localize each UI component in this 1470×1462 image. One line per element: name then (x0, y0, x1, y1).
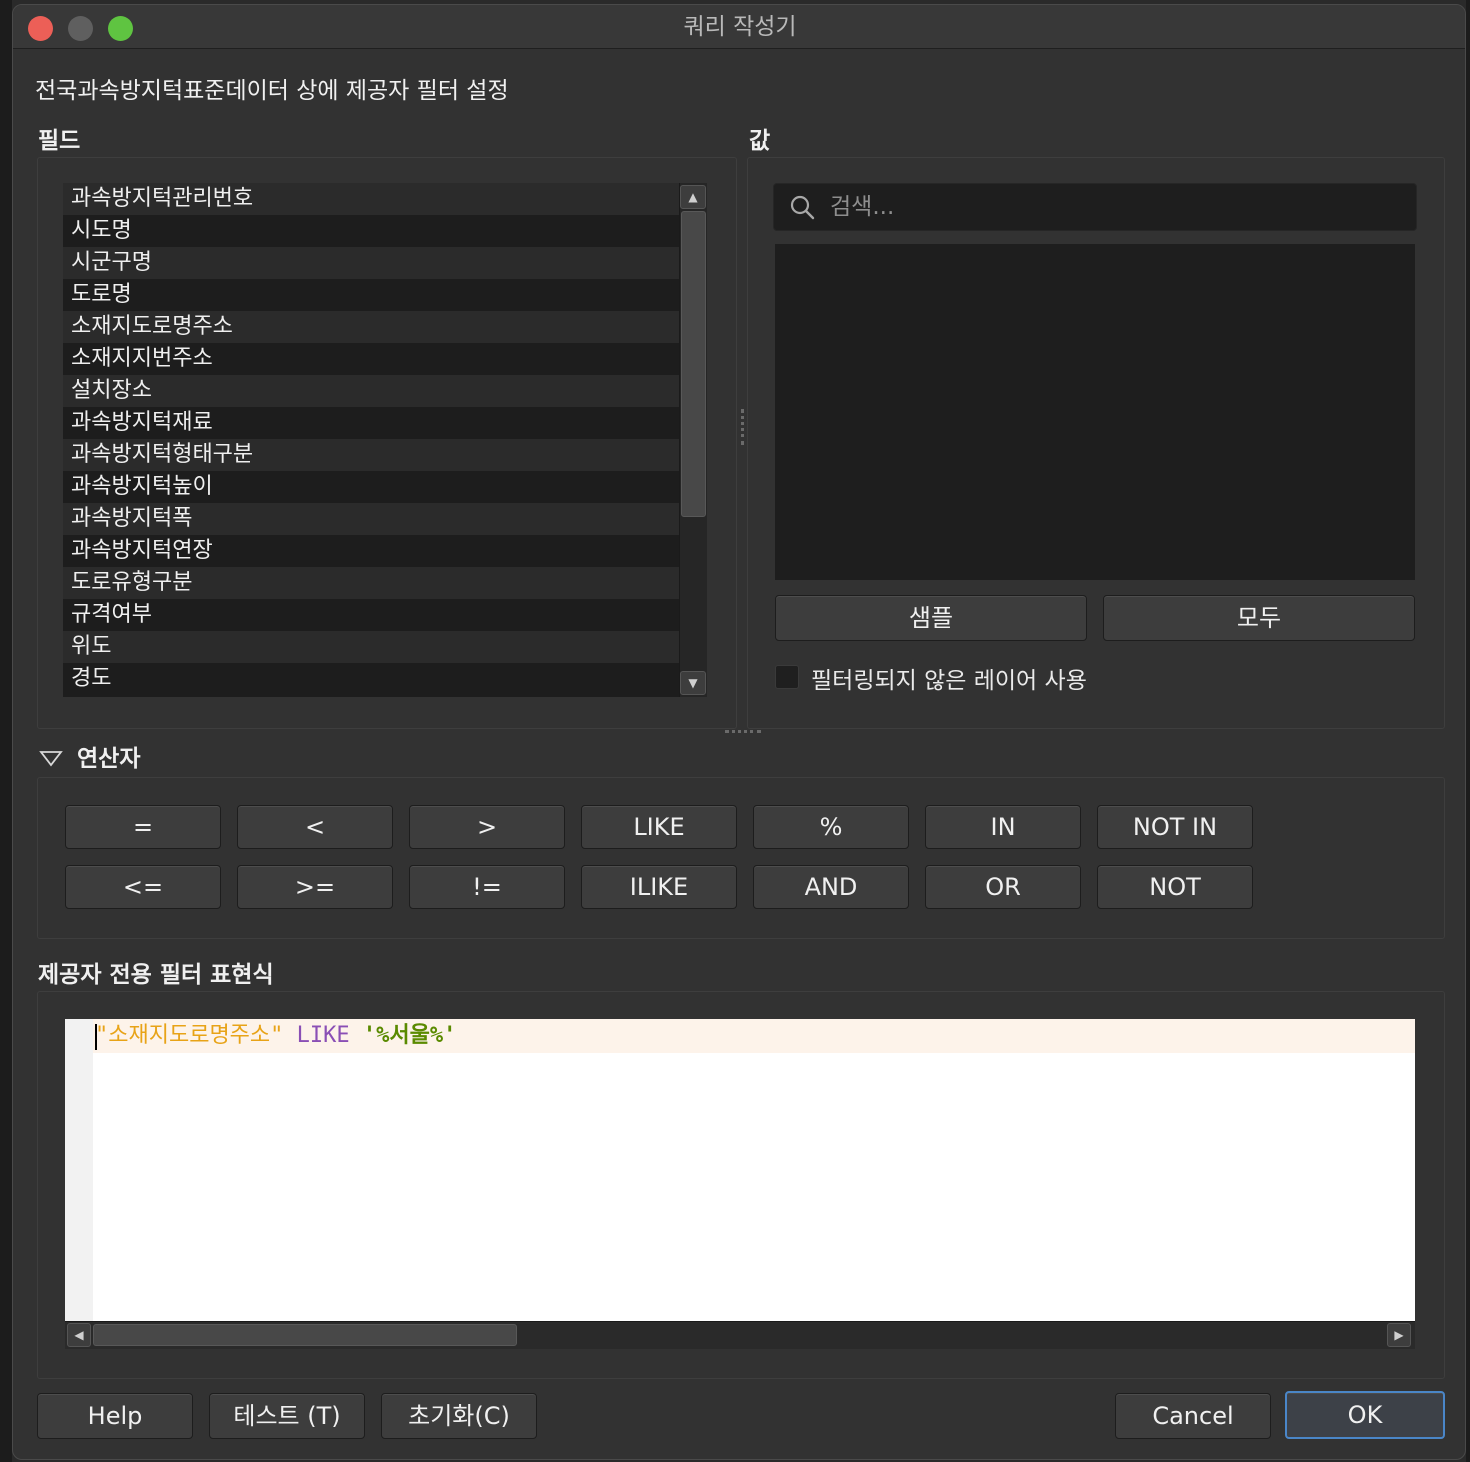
field-list-item[interactable]: 과속방지턱높이 (63, 471, 679, 503)
operator-button[interactable]: NOT (1097, 865, 1253, 909)
operator-button[interactable]: != (409, 865, 565, 909)
window-title: 쿼리 작성기 (683, 14, 797, 40)
operator-button[interactable]: >= (237, 865, 393, 909)
editor-gutter (65, 1019, 93, 1321)
field-list-item[interactable]: 과속방지턱폭 (63, 503, 679, 535)
help-button[interactable]: Help (37, 1393, 193, 1439)
fields-scroll-thumb[interactable] (681, 211, 706, 517)
field-list-item[interactable]: 과속방지턱형태구분 (63, 439, 679, 471)
reset-button[interactable]: 초기화(C) (381, 1393, 537, 1439)
operator-button[interactable]: IN (925, 805, 1081, 849)
dialog-subtitle: 전국과속방지턱표준데이터 상에 제공자 필터 설정 (35, 78, 509, 104)
values-search-input[interactable]: 검색... (773, 183, 1417, 231)
fields-vertical-scrollbar[interactable]: ▲ ▼ (679, 183, 707, 697)
expression-scroll-thumb[interactable] (93, 1324, 517, 1346)
field-list-item[interactable]: 위도 (63, 631, 679, 663)
field-list-item[interactable]: 소재지도로명주소 (63, 311, 679, 343)
field-list-item[interactable]: 규격여부 (63, 599, 679, 631)
scroll-down-arrow-icon[interactable]: ▼ (680, 671, 706, 695)
operator-button[interactable]: % (753, 805, 909, 849)
all-values-button[interactable]: 모두 (1103, 595, 1415, 641)
field-list-item[interactable]: 소재지지번주소 (63, 343, 679, 375)
search-icon (790, 195, 815, 220)
close-window-button[interactable] (28, 16, 53, 41)
expression-operator-token: LIKE (296, 1023, 350, 1048)
field-list-item[interactable]: 도로유형구분 (63, 567, 679, 599)
operator-button[interactable]: > (409, 805, 565, 849)
operators-label[interactable]: 연산자 (77, 739, 140, 773)
values-label: 값 (749, 128, 771, 154)
use-unfiltered-layer-checkbox[interactable] (775, 665, 799, 689)
expression-horizontal-scrollbar[interactable]: ◀ ▶ (65, 1321, 1415, 1349)
expression-editor[interactable]: "소재지도로명주소" LIKE '%서울%' (65, 1019, 1415, 1321)
operator-button[interactable]: = (65, 805, 221, 849)
field-list-item[interactable]: 과속방지턱연장 (63, 535, 679, 567)
field-list-item[interactable]: 과속방지턱재료 (63, 407, 679, 439)
scroll-up-arrow-icon[interactable]: ▲ (680, 185, 706, 209)
title-bar: 쿼리 작성기 (13, 5, 1465, 49)
field-list-item[interactable]: 과속방지턱관리번호 (63, 183, 679, 215)
zoom-window-button[interactable] (108, 16, 133, 41)
minimize-window-button[interactable] (68, 16, 93, 41)
field-list-item[interactable]: 경도 (63, 663, 679, 695)
operator-button[interactable]: AND (753, 865, 909, 909)
operator-button[interactable]: LIKE (581, 805, 737, 849)
expression-value-token: '%서울%' (362, 1023, 457, 1048)
fields-label: 필드 (38, 128, 81, 154)
field-list-item[interactable]: 시군구명 (63, 247, 679, 279)
horizontal-splitter-handle[interactable] (725, 730, 761, 733)
operator-button[interactable]: OR (925, 865, 1081, 909)
operator-button[interactable]: <= (65, 865, 221, 909)
search-placeholder: 검색... (830, 194, 895, 220)
ok-button[interactable]: OK (1285, 1391, 1445, 1439)
field-list-item[interactable]: 도로명 (63, 279, 679, 311)
operator-button[interactable]: ILIKE (581, 865, 737, 909)
use-unfiltered-layer-label[interactable]: 필터링되지 않은 레이어 사용 (811, 661, 1087, 695)
fields-list[interactable]: 과속방지턱관리번호 시도명 시군구명 도로명 소재지도로명주소 소재지지번주소 설치장소 과속… (63, 183, 679, 697)
operator-button[interactable]: NOT IN (1097, 805, 1253, 849)
sample-button[interactable]: 샘플 (775, 595, 1087, 641)
values-list[interactable] (775, 244, 1415, 580)
test-button[interactable]: 테스트 (T) (209, 1393, 365, 1439)
scroll-left-arrow-icon[interactable]: ◀ (67, 1323, 91, 1347)
cancel-button[interactable]: Cancel (1115, 1393, 1271, 1439)
operator-button[interactable]: < (237, 805, 393, 849)
query-builder-dialog: 쿼리 작성기 전국과속방지턱표준데이터 상에 제공자 필터 설정 필드 과속방지… (12, 4, 1466, 1460)
background-window-edge (0, 0, 12, 1462)
expression-field-token: "소재지도로명주소" (95, 1023, 284, 1048)
background-window-edge-right (1466, 0, 1470, 1462)
operators-groupbox (37, 777, 1445, 939)
collapse-triangle-icon[interactable] (39, 749, 63, 767)
scroll-right-arrow-icon[interactable]: ▶ (1387, 1323, 1411, 1347)
expression-label: 제공자 전용 필터 표현식 (38, 962, 274, 988)
expression-code-line[interactable]: "소재지도로명주소" LIKE '%서울%' (95, 1019, 456, 1053)
field-list-item[interactable]: 설치장소 (63, 375, 679, 407)
field-list-item[interactable]: 시도명 (63, 215, 679, 247)
panel-splitter-handle[interactable] (741, 409, 745, 445)
